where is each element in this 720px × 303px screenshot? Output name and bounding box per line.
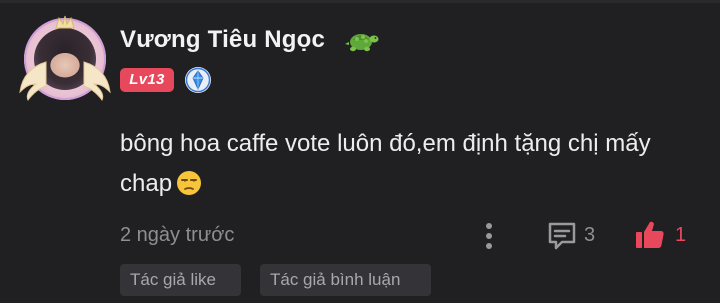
user-name[interactable]: Vương Tiêu Ngọc bbox=[120, 26, 325, 54]
divider bbox=[0, 0, 720, 3]
unamused-face-emoji-icon bbox=[177, 171, 202, 195]
author-comment-tag: Tác giả bình luận bbox=[260, 264, 431, 296]
like-count[interactable]: 1 bbox=[675, 224, 686, 247]
crown-sparkle-icon bbox=[55, 15, 75, 29]
turtle-emoji-icon bbox=[345, 34, 379, 52]
level-badge: Lv13 bbox=[120, 68, 174, 92]
comment-item: Vương Tiêu Ngọc Lv13 bông hoa caffe vote… bbox=[0, 0, 720, 303]
reply-count[interactable]: 3 bbox=[584, 224, 595, 247]
left-wing-icon bbox=[19, 61, 47, 101]
right-wing-icon bbox=[83, 61, 111, 101]
comment-timestamp: 2 ngày trước bbox=[120, 224, 235, 246]
thumbs-up-icon[interactable] bbox=[633, 218, 667, 252]
author-like-tag: Tác giả like bbox=[120, 264, 241, 296]
more-options-icon[interactable] bbox=[482, 220, 496, 252]
blue-crystal-badge-icon bbox=[185, 67, 211, 93]
reply-icon[interactable] bbox=[546, 220, 578, 252]
avatar[interactable] bbox=[19, 15, 111, 101]
comment-body: bông hoa caffe vote luôn đó,em định tặng… bbox=[120, 124, 700, 204]
